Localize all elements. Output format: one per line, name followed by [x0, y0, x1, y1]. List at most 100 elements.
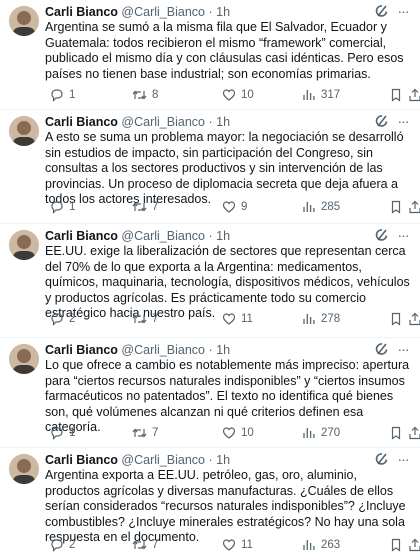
tweet-text: Argentina exporta a EE.UU. petróleo, gas…: [45, 468, 406, 545]
tweet-text: Argentina se sumó a la misma fila que El…: [45, 20, 404, 81]
bookmark-icon: [391, 538, 401, 552]
share-icon: [409, 312, 420, 326]
repost-icon: [132, 540, 147, 550]
author-name[interactable]: Carli Bianco: [45, 343, 118, 357]
author-handle[interactable]: @Carli_Bianco: [121, 343, 205, 357]
more-icon[interactable]: ···: [394, 450, 412, 468]
tweet[interactable]: Carli Bianco @Carli_Bianco · 1h ··· Arge…: [0, 0, 420, 110]
avatar[interactable]: [9, 344, 39, 374]
author-handle[interactable]: @Carli_Bianco: [121, 229, 205, 243]
author-handle[interactable]: @Carli_Bianco: [121, 115, 205, 129]
author-name[interactable]: Carli Bianco: [45, 453, 118, 467]
views-icon: [303, 540, 315, 550]
view-count: 270: [321, 427, 341, 439]
grok-icon[interactable]: [374, 227, 390, 243]
share-button[interactable]: [408, 198, 420, 216]
tweet-actions: 1 7 9 285: [45, 198, 420, 216]
share-button[interactable]: [408, 86, 420, 104]
bookmark-button[interactable]: [389, 424, 408, 442]
views-button[interactable]: 263: [302, 536, 340, 554]
author-name[interactable]: Carli Bianco: [45, 115, 118, 129]
views-button[interactable]: 285: [302, 198, 340, 216]
repost-icon: [132, 428, 147, 438]
share-button[interactable]: [408, 310, 420, 328]
timestamp[interactable]: 1h: [216, 5, 230, 19]
reply-icon: [51, 201, 63, 214]
views-icon: [303, 90, 315, 100]
repost-button[interactable]: 7: [132, 536, 158, 554]
more-icon[interactable]: ···: [394, 226, 412, 244]
tweet[interactable]: Carli Bianco @Carli_Bianco · 1h ··· EE.U…: [0, 224, 420, 338]
like-count: 11: [241, 313, 253, 325]
bookmark-button[interactable]: [389, 310, 408, 328]
tweet-actions: 1 7 10 270: [45, 424, 420, 442]
tweet-header: Carli Bianco @Carli_Bianco · 1h: [45, 114, 412, 130]
author-handle[interactable]: @Carli_Bianco: [121, 5, 205, 19]
like-button[interactable]: 10: [222, 424, 254, 442]
more-icon[interactable]: ···: [394, 112, 412, 130]
bookmark-button[interactable]: [389, 86, 408, 104]
bookmark-button[interactable]: [389, 198, 408, 216]
share-icon: [409, 200, 420, 214]
repost-icon: [132, 90, 147, 100]
repost-count: 7: [152, 201, 159, 213]
tweet-thread: Carli Bianco @Carli_Bianco · 1h ··· Arge…: [0, 0, 420, 560]
like-button[interactable]: 11: [222, 536, 253, 554]
author-name[interactable]: Carli Bianco: [45, 5, 118, 19]
bookmark-icon: [391, 200, 401, 214]
separator: ·: [208, 343, 213, 357]
like-button[interactable]: 9: [222, 198, 247, 216]
grok-icon[interactable]: [374, 3, 390, 19]
avatar[interactable]: [9, 6, 39, 36]
views-button[interactable]: 278: [302, 310, 340, 328]
tweet[interactable]: Carli Bianco @Carli_Bianco · 1h ··· A es…: [0, 110, 420, 224]
share-button[interactable]: [408, 424, 420, 442]
grok-icon[interactable]: [374, 341, 390, 357]
view-count: 317: [321, 89, 341, 101]
avatar[interactable]: [9, 116, 39, 146]
repost-button[interactable]: 7: [132, 424, 158, 442]
repost-button[interactable]: 7: [132, 310, 158, 328]
like-button[interactable]: 10: [222, 86, 254, 104]
grok-icon[interactable]: [374, 451, 390, 467]
reply-button[interactable]: 1: [50, 424, 75, 442]
views-button[interactable]: 317: [302, 86, 340, 104]
reply-icon: [51, 89, 63, 102]
reply-button[interactable]: 1: [50, 198, 75, 216]
repost-count: 7: [152, 539, 159, 551]
like-button[interactable]: 11: [222, 310, 253, 328]
author-name[interactable]: Carli Bianco: [45, 229, 118, 243]
author-handle[interactable]: @Carli_Bianco: [121, 453, 205, 467]
timestamp[interactable]: 1h: [216, 115, 230, 129]
tweet[interactable]: Carli Bianco @Carli_Bianco · 1h ··· Lo q…: [0, 338, 420, 448]
reply-button[interactable]: 1: [50, 86, 75, 104]
views-icon: [303, 428, 315, 438]
repost-button[interactable]: 8: [132, 86, 158, 104]
tweet-header: Carli Bianco @Carli_Bianco · 1h: [45, 452, 412, 468]
reply-count: 1: [69, 89, 76, 101]
like-icon: [222, 313, 236, 325]
like-count: 10: [241, 89, 254, 101]
views-button[interactable]: 270: [302, 424, 340, 442]
bookmark-icon: [391, 426, 401, 440]
reply-button[interactable]: 2: [50, 310, 75, 328]
tweet-header: Carli Bianco @Carli_Bianco · 1h: [45, 228, 412, 244]
timestamp[interactable]: 1h: [216, 453, 230, 467]
grok-icon[interactable]: [374, 113, 390, 129]
bookmark-button[interactable]: [389, 536, 408, 554]
views-icon: [303, 314, 315, 324]
like-count: 10: [241, 427, 254, 439]
more-icon[interactable]: ···: [394, 340, 412, 358]
avatar[interactable]: [9, 230, 39, 260]
avatar[interactable]: [9, 454, 39, 484]
reply-button[interactable]: 2: [50, 536, 75, 554]
more-icon[interactable]: ···: [394, 2, 412, 20]
repost-button[interactable]: 7: [132, 198, 158, 216]
timestamp[interactable]: 1h: [216, 343, 230, 357]
repost-count: 8: [152, 89, 159, 101]
share-button[interactable]: [408, 536, 420, 554]
separator: ·: [208, 5, 213, 19]
timestamp[interactable]: 1h: [216, 229, 230, 243]
tweet-actions: 1 8 10 317: [45, 86, 420, 104]
tweet[interactable]: Carli Bianco @Carli_Bianco · 1h ··· Arge…: [0, 448, 420, 560]
